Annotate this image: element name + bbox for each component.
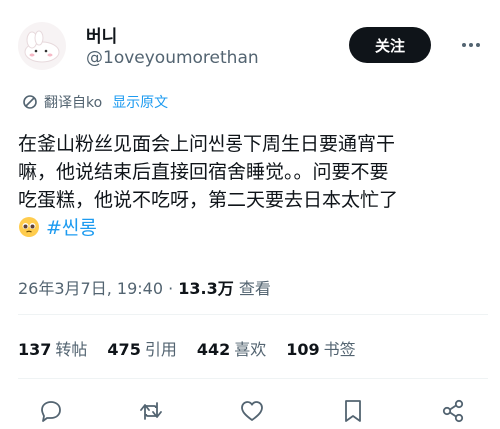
reply-icon[interactable] (36, 396, 66, 426)
likes-stat[interactable]: 442 喜欢 (197, 336, 266, 360)
engagement-stats: 137 转帖 475 引用 442 喜欢 109 书签 (18, 336, 376, 360)
bookmarks-count: 109 (286, 340, 320, 359)
divider (18, 314, 488, 315)
retweets-label: 转帖 (55, 340, 88, 359)
hashtag-link[interactable]: #씬롱 (46, 217, 97, 239)
pleading-face-icon (18, 216, 40, 238)
tweet-meta: 26年3月7日, 19:40 · 13.3万 查看 (18, 275, 271, 299)
action-bar (0, 390, 500, 429)
author-name[interactable]: 버니 (86, 22, 117, 47)
share-icon[interactable] (438, 396, 468, 426)
quotes-count: 475 (107, 340, 141, 359)
show-original-link[interactable]: 显示原文 (112, 92, 168, 112)
translate-icon (22, 94, 38, 110)
bookmark-icon[interactable] (338, 396, 368, 426)
translation-row: 翻译自ko 显示原文 (22, 92, 168, 112)
tweet-line: 在釜山粉丝见面会上问씬롱下周生日要通宵干 (18, 133, 395, 155)
retweets-stat[interactable]: 137 转帖 (18, 336, 87, 360)
bookmarks-stat[interactable]: 109 书签 (286, 336, 355, 360)
views-count: 13.3万 (178, 279, 234, 298)
tweet-line: 嘛，他说结束后直接回宿舍睡觉。。问要不要 (18, 161, 389, 183)
bookmarks-label: 书签 (323, 340, 356, 359)
follow-button[interactable]: 关注 (349, 27, 431, 63)
quotes-label: 引用 (144, 340, 177, 359)
tweet-datetime[interactable]: 26年3月7日, 19:40 · (18, 279, 178, 298)
tweet-line: 吃蛋糕，他说不吃呀，第二天要去日本太忙了 (18, 189, 399, 211)
quotes-stat[interactable]: 475 引用 (107, 336, 176, 360)
author-handle[interactable]: @1oveyoumorethan (86, 48, 259, 68)
tweet-line-last: #씬롱 (18, 214, 488, 242)
views-label: 查看 (233, 279, 271, 298)
likes-count: 442 (196, 340, 231, 359)
like-icon[interactable] (237, 396, 267, 426)
likes-label: 喜欢 (234, 340, 267, 359)
retweet-icon[interactable] (136, 396, 166, 426)
divider (18, 378, 488, 379)
tweet-text: 在釜山粉丝见面会上问씬롱下周生日要通宵干 嘛，他说结束后直接回宿舍睡觉。。问要不… (18, 130, 488, 242)
tweet-header: 버니 @1oveyoumorethan 关注 (0, 0, 500, 80)
retweets-count: 137 (18, 340, 52, 359)
more-icon[interactable] (456, 30, 486, 60)
translation-label: 翻译自ko (44, 95, 103, 111)
avatar[interactable] (18, 22, 66, 70)
